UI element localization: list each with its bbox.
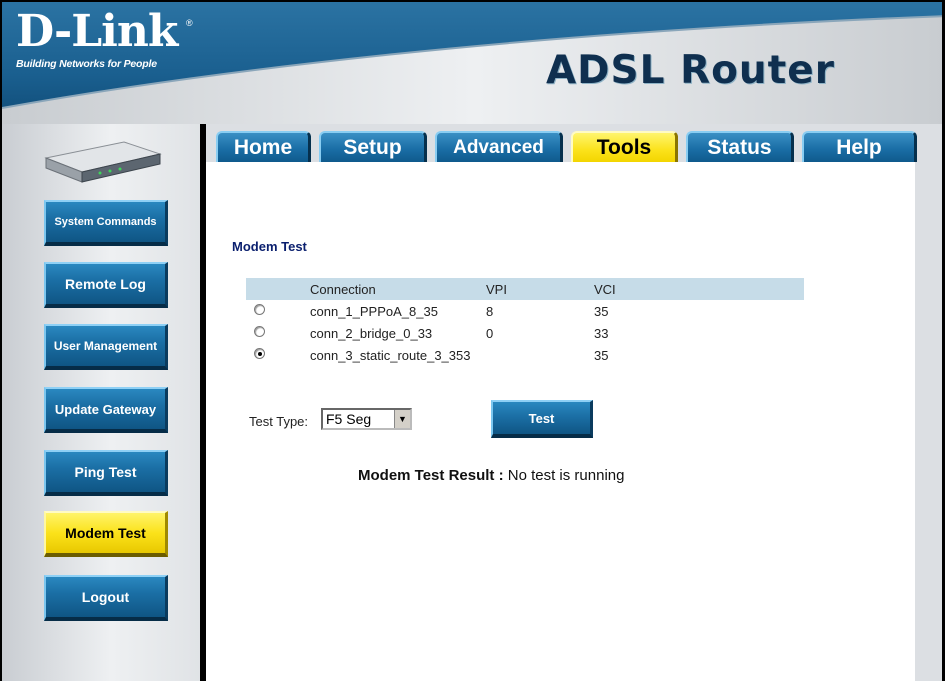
sidebar-item-user-management[interactable]: User Management [44, 324, 168, 370]
table-header-row: Connection VPI VCI [246, 278, 804, 300]
tab-advanced[interactable]: Advanced [435, 131, 563, 162]
connection-radio-1[interactable] [254, 304, 265, 315]
test-type-label: Test Type: [249, 414, 309, 429]
column-header-connection: Connection [310, 282, 376, 297]
dlink-logo: D-Link [16, 6, 178, 57]
right-margin [915, 162, 942, 681]
brand-tagline: Building Networks for People [16, 58, 157, 70]
sidebar-item-update-gateway[interactable]: Update Gateway [44, 387, 168, 433]
connection-vci: 35 [594, 348, 609, 363]
router-admin-page: D-Link ® Building Networks for People AD… [0, 0, 945, 681]
connection-name: conn_2_bridge_0_33 [310, 326, 433, 341]
page-title: Modem Test [232, 239, 307, 254]
test-type-value: F5 Seg [326, 411, 372, 427]
chevron-down-icon[interactable]: ▼ [394, 410, 410, 428]
tab-setup[interactable]: Setup [319, 131, 427, 162]
tab-bar: Home Setup Advanced Tools Status Help [206, 124, 942, 162]
connection-name: conn_1_PPPoA_8_35 [310, 304, 438, 319]
connection-vci: 33 [594, 326, 609, 341]
column-header-vpi: VPI [486, 282, 507, 297]
header-banner: D-Link ® Building Networks for People AD… [2, 2, 942, 124]
result-label: Modem Test Result : [358, 467, 504, 484]
connection-table: Connection VPI VCI conn_1_PPPoA_8_35 8 3… [246, 278, 804, 366]
sidebar-item-remote-log[interactable]: Remote Log [44, 262, 168, 308]
table-row: conn_3_static_route_3_353 35 [246, 344, 804, 366]
connection-vci: 35 [594, 304, 609, 319]
result-value: No test is running [507, 467, 625, 484]
tab-status[interactable]: Status [686, 131, 794, 162]
router-device-image [44, 141, 162, 183]
modem-test-result: Modem Test Result : No test is running [358, 467, 624, 484]
tab-home[interactable]: Home [216, 131, 311, 162]
sidebar: System Commands Remote Log User Manageme… [2, 124, 200, 681]
product-title: ADSL Router [546, 48, 835, 93]
sidebar-item-logout[interactable]: Logout [44, 575, 168, 621]
connection-radio-2[interactable] [254, 326, 265, 337]
test-button[interactable]: Test [491, 400, 593, 438]
sidebar-item-system-commands[interactable]: System Commands [44, 200, 168, 246]
registered-mark: ® [186, 18, 193, 28]
tab-help[interactable]: Help [802, 131, 917, 162]
table-row: conn_2_bridge_0_33 0 33 [246, 322, 804, 344]
connection-radio-3[interactable] [254, 348, 265, 359]
connection-vpi: 8 [486, 304, 494, 319]
table-row: conn_1_PPPoA_8_35 8 35 [246, 300, 804, 322]
main-content: Modem Test Connection VPI VCI conn_1_PPP… [206, 162, 915, 681]
column-header-vci: VCI [594, 282, 616, 297]
sidebar-item-ping-test[interactable]: Ping Test [44, 450, 168, 496]
sidebar-item-modem-test[interactable]: Modem Test [44, 511, 168, 557]
connection-name: conn_3_static_route_3_353 [310, 348, 471, 363]
connection-vpi: 0 [486, 326, 494, 341]
tab-tools[interactable]: Tools [571, 131, 678, 162]
test-type-select[interactable]: F5 Seg ▼ [321, 408, 412, 430]
